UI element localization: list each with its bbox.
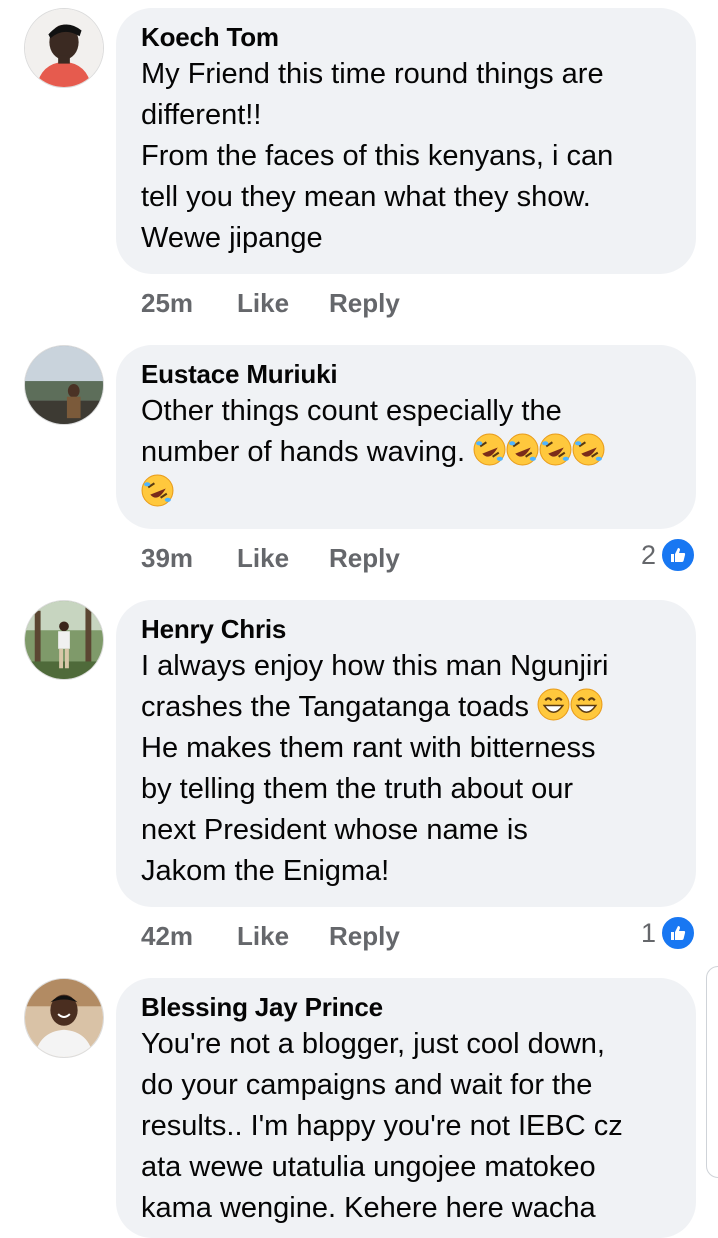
text-line: different!! bbox=[141, 99, 262, 131]
reaction-count: 2 bbox=[640, 539, 656, 570]
comment-bubble: Koech Tom My Friend this time round thin… bbox=[116, 8, 696, 274]
avatar[interactable] bbox=[24, 8, 104, 88]
comment-author[interactable]: Eustace Muriuki bbox=[141, 359, 670, 389]
reply-button[interactable]: Reply bbox=[329, 921, 400, 952]
text-line: results.. I'm happy you're not IEBC cz bbox=[141, 1110, 623, 1142]
thumbs-up-icon bbox=[660, 915, 696, 951]
comment-actions: 42m Like Reply bbox=[141, 919, 400, 953]
text-line: by telling them the truth about our bbox=[141, 773, 574, 805]
text-line: number of hands waving. bbox=[141, 436, 466, 468]
text-line: Jakom the Enigma! bbox=[141, 855, 390, 887]
rolling-laughing-emoji-icon bbox=[539, 433, 572, 466]
side-handle[interactable] bbox=[706, 966, 718, 1178]
reaction-count: 1 bbox=[640, 917, 656, 948]
text-line: kama wengine. Kehere here wacha bbox=[141, 1192, 596, 1224]
reply-button[interactable]: Reply bbox=[329, 288, 400, 319]
avatar[interactable] bbox=[24, 600, 104, 680]
comment-bubble: Henry Chris I always enjoy how this man … bbox=[116, 600, 696, 907]
comment-text: I always enjoy how this man Ngunjiri cras… bbox=[141, 646, 670, 892]
comment-timestamp[interactable]: 42m bbox=[141, 921, 237, 952]
comment-text: You're not a blogger, just cool down, do … bbox=[141, 1024, 670, 1229]
like-button[interactable]: Like bbox=[237, 288, 329, 319]
like-button[interactable]: Like bbox=[237, 543, 329, 574]
thumbs-up-icon bbox=[660, 537, 696, 573]
grinning-emoji-icon bbox=[570, 688, 603, 721]
grinning-emoji-icon bbox=[537, 688, 570, 721]
comment-author[interactable]: Blessing Jay Prince bbox=[141, 992, 670, 1022]
comment-timestamp[interactable]: 25m bbox=[141, 288, 237, 319]
comment-actions: 39m Like Reply bbox=[141, 541, 400, 575]
text-line: I always enjoy how this man Ngunjiri bbox=[141, 650, 609, 682]
comment-author[interactable]: Henry Chris bbox=[141, 614, 670, 644]
text-line: ata wewe utatulia ungojee matokeo bbox=[141, 1151, 596, 1183]
comment-text: My Friend this time round things are diff… bbox=[141, 54, 670, 259]
like-button[interactable]: Like bbox=[237, 921, 329, 952]
text-line: You're not a blogger, just cool down, bbox=[141, 1028, 605, 1060]
rolling-laughing-emoji-icon bbox=[506, 433, 539, 466]
comment-author[interactable]: Koech Tom bbox=[141, 22, 670, 52]
comment-bubble: Blessing Jay Prince You're not a blogger… bbox=[116, 978, 696, 1238]
text-line: next President whose name is bbox=[141, 814, 528, 846]
text-line: Other things count especially the bbox=[141, 395, 562, 427]
text-line: From the faces of this kenyans, i can bbox=[141, 140, 614, 172]
text-line: crashes the Tangatanga toads bbox=[141, 691, 530, 723]
avatar[interactable] bbox=[24, 345, 104, 425]
comment-text: Other things count especially the number … bbox=[141, 391, 670, 514]
rolling-laughing-emoji-icon bbox=[572, 433, 605, 466]
reply-button[interactable]: Reply bbox=[329, 543, 400, 574]
reaction-summary[interactable]: 1 bbox=[640, 915, 696, 951]
comment-timestamp[interactable]: 39m bbox=[141, 543, 237, 574]
rolling-laughing-emoji-icon bbox=[141, 474, 174, 507]
text-line: My Friend this time round things are bbox=[141, 58, 604, 90]
text-line: tell you they mean what they show. bbox=[141, 181, 591, 213]
comment-bubble: Eustace Muriuki Other things count espec… bbox=[116, 345, 696, 529]
text-line: Wewe jipange bbox=[141, 222, 323, 254]
text-line: He makes them rant with bitterness bbox=[141, 732, 596, 764]
rolling-laughing-emoji-icon bbox=[473, 433, 506, 466]
avatar[interactable] bbox=[24, 978, 104, 1058]
comment-actions: 25m Like Reply bbox=[141, 286, 400, 320]
reaction-summary[interactable]: 2 bbox=[640, 537, 696, 573]
text-line: do your campaigns and wait for the bbox=[141, 1069, 593, 1101]
